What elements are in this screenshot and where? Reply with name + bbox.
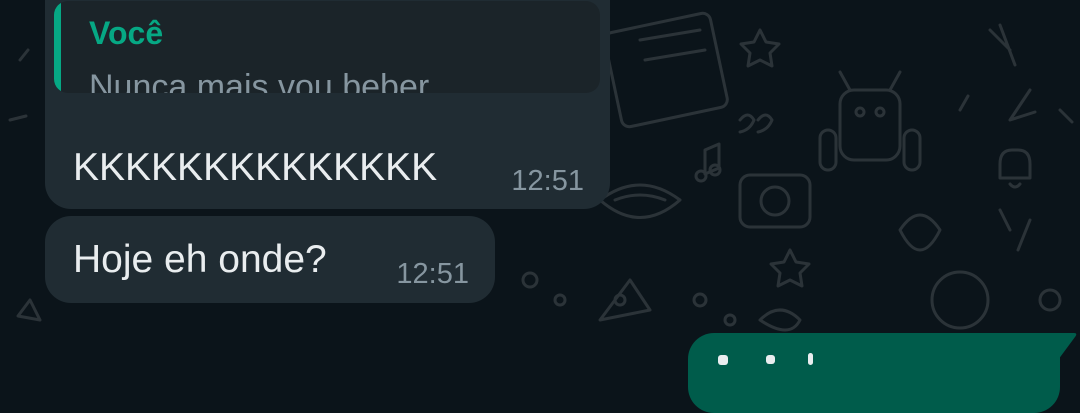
quote-accent-bar xyxy=(54,1,61,93)
cropped-message-text xyxy=(718,355,728,365)
message-text: Hoje eh onde? xyxy=(73,238,327,281)
outgoing-message-bubble[interactable] xyxy=(688,333,1060,413)
quoted-author: Você xyxy=(89,15,164,51)
incoming-message-bubble[interactable]: Hoje eh onde? 12:51 xyxy=(45,216,495,303)
message-timestamp: 12:51 xyxy=(396,258,469,290)
incoming-message-bubble[interactable]: Você Nunca mais vou beber KKKKKKKKKKKKKK… xyxy=(45,0,610,209)
message-text: KKKKKKKKKKKKKK xyxy=(73,146,438,189)
cropped-message-text xyxy=(808,353,813,365)
outgoing-bubble-tail xyxy=(1058,333,1077,360)
message-timestamp: 12:51 xyxy=(511,165,584,197)
quoted-message-text: Nunca mais vou beber xyxy=(89,68,430,93)
quoted-reply[interactable]: Você Nunca mais vou beber xyxy=(54,1,600,93)
